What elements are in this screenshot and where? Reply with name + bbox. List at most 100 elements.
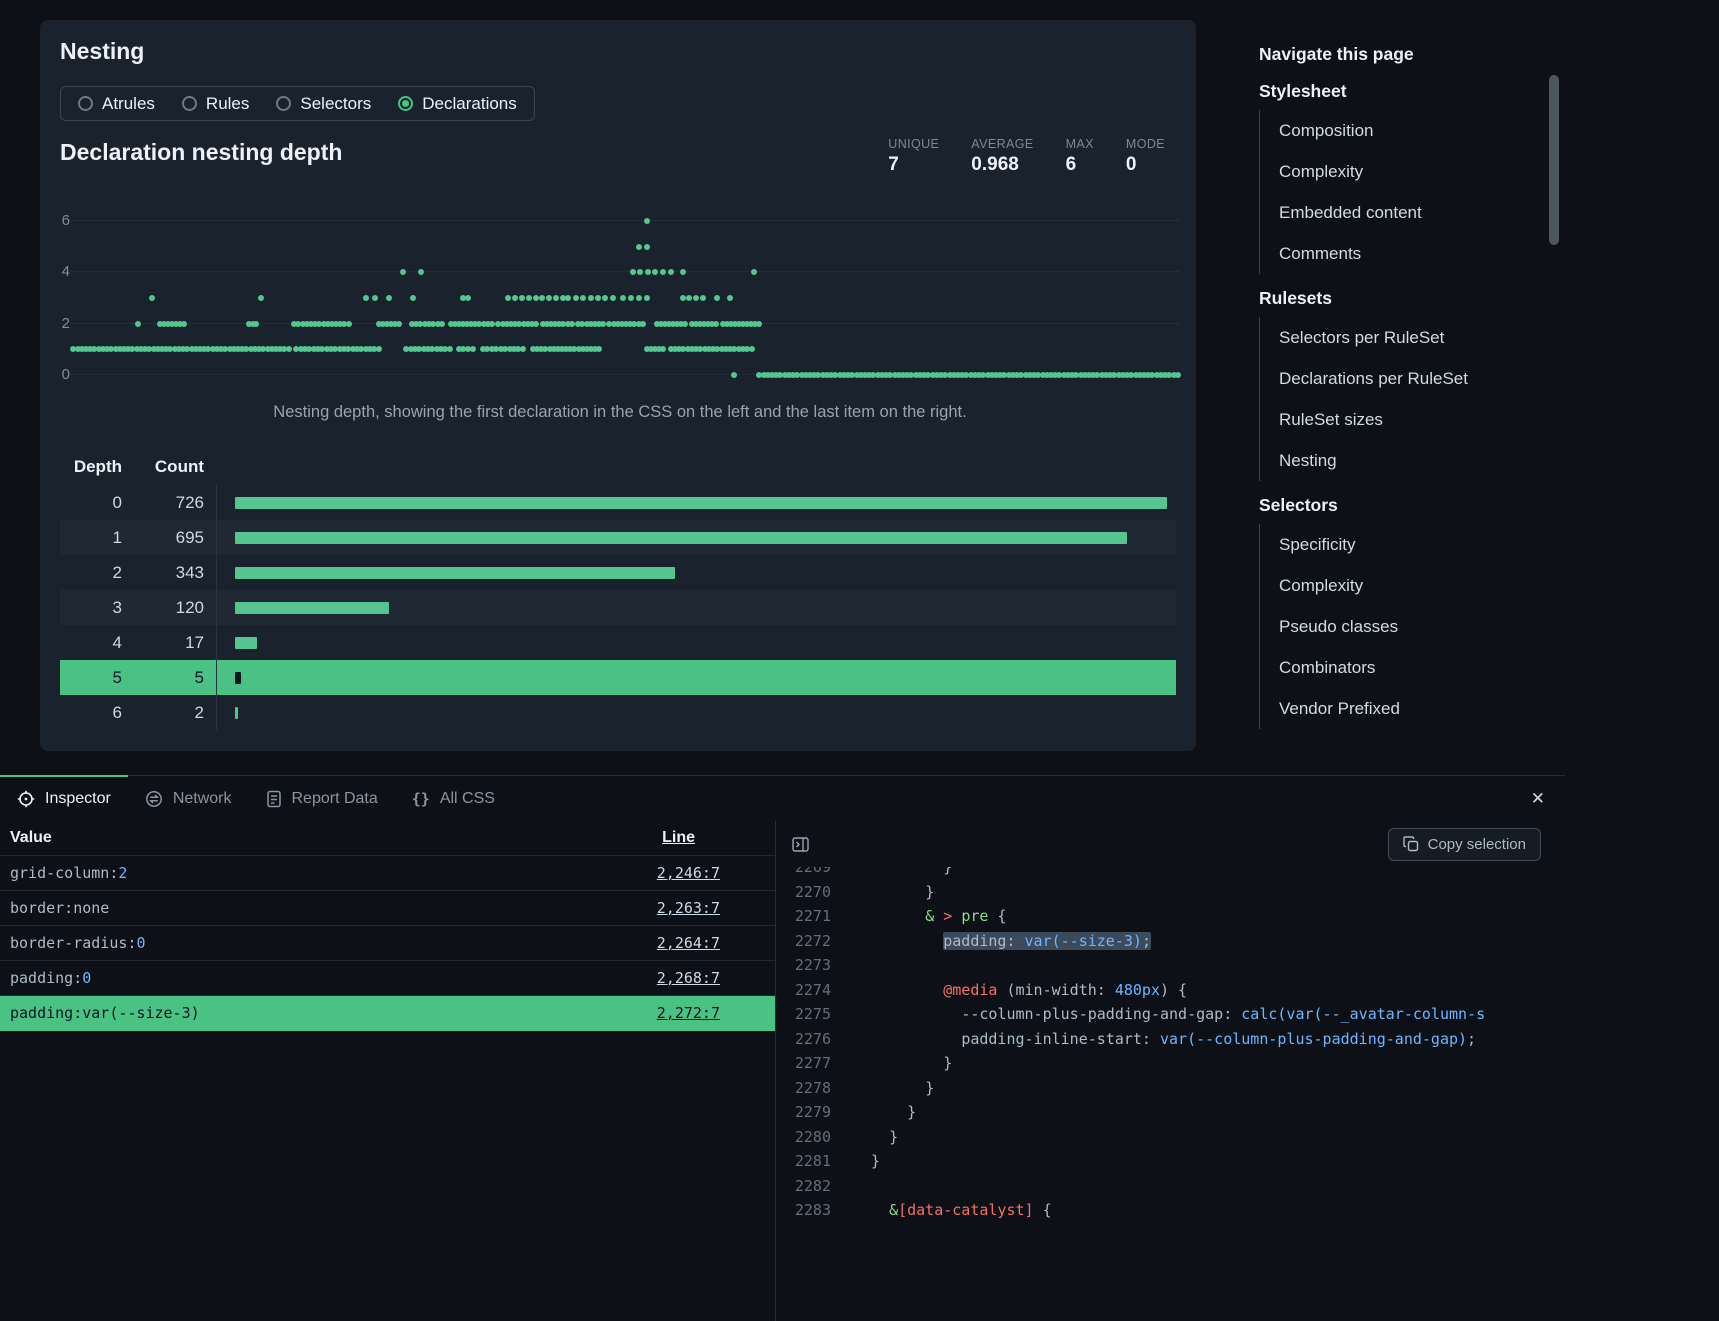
- bar-cell: [216, 625, 1176, 660]
- nav-item-pseudo-classes[interactable]: Pseudo classes: [1260, 606, 1529, 647]
- value-row[interactable]: border-radius: 02,264:7: [0, 926, 775, 961]
- code-token: }: [943, 867, 952, 876]
- code-line: 2275 --column-plus-padding-and-gap: calc…: [776, 1002, 1565, 1027]
- expand-panel-button[interactable]: [788, 832, 812, 856]
- stat-value: 0.968: [971, 154, 1033, 176]
- y-axis-label: 6: [58, 212, 70, 230]
- line-number: 2269: [776, 867, 831, 880]
- code-token: &: [925, 907, 934, 925]
- radio-option-atrules[interactable]: Atrules: [78, 94, 155, 114]
- line-number: 2271: [776, 904, 831, 929]
- line-link[interactable]: 2,272:7: [657, 1004, 720, 1022]
- line-link[interactable]: 2,264:7: [657, 934, 720, 952]
- depth-row[interactable]: 2343: [60, 555, 1176, 590]
- depth-row[interactable]: 1695: [60, 520, 1176, 555]
- scatter-dot: [286, 346, 292, 352]
- nav-item-composition[interactable]: Composition: [1260, 110, 1529, 151]
- close-devtools-button[interactable]: ✕: [1531, 789, 1545, 809]
- nav-item-combinators[interactable]: Combinators: [1260, 647, 1529, 688]
- scatter-dot: [637, 269, 643, 275]
- scrollbar-thumb[interactable]: [1549, 75, 1559, 245]
- tab-all-css[interactable]: {}All CSS: [395, 776, 512, 821]
- scatter-dot: [372, 295, 378, 301]
- line-link[interactable]: 2,268:7: [657, 969, 720, 987]
- line-link[interactable]: 2,246:7: [657, 864, 720, 882]
- depth-row[interactable]: 55: [60, 660, 1176, 695]
- nav-item-ruleset-sizes[interactable]: RuleSet sizes: [1260, 399, 1529, 440]
- nav-sections: StylesheetCompositionComplexityEmbedded …: [1259, 81, 1529, 729]
- scatter-dot: [602, 295, 608, 301]
- scatter-dot: [439, 321, 445, 327]
- code-token: }: [925, 883, 934, 901]
- line-number: 2273: [776, 953, 831, 978]
- scatter-dot: [400, 269, 406, 275]
- nav-item-vendor-prefixed[interactable]: Vendor Prefixed: [1260, 688, 1529, 729]
- nav-item-comments[interactable]: Comments: [1260, 233, 1529, 274]
- stat-max: MAX6: [1066, 137, 1094, 176]
- radio-option-declarations[interactable]: Declarations: [398, 94, 517, 114]
- scatter-dot: [596, 346, 602, 352]
- nav-item-complexity[interactable]: Complexity: [1260, 565, 1529, 606]
- radio-label: Atrules: [102, 94, 155, 114]
- scatter-dot: [644, 295, 650, 301]
- code-line: 2271 & > pre {: [776, 904, 1565, 929]
- code-token: {: [988, 907, 1006, 925]
- nav-item-embedded-content[interactable]: Embedded content: [1260, 192, 1529, 233]
- report-icon: [266, 790, 282, 808]
- depth-row[interactable]: 0726: [60, 485, 1176, 520]
- value-table-body: grid-column: 22,246:7border: none2,263:7…: [0, 856, 775, 1031]
- count-cell: 2: [122, 703, 204, 723]
- nesting-scatter-plot[interactable]: 0246: [70, 221, 1180, 375]
- code-line: 2270 }: [776, 880, 1565, 905]
- code-token: ) {: [1160, 981, 1187, 999]
- scatter-dot: [396, 321, 402, 327]
- nav-item-selectors-per-ruleset[interactable]: Selectors per RuleSet: [1260, 317, 1529, 358]
- count-bar: [235, 637, 257, 649]
- copy-selection-label: Copy selection: [1428, 836, 1526, 853]
- code-token: >: [943, 907, 952, 925]
- code-token: (min-width:: [997, 981, 1114, 999]
- scatter-dot: [652, 269, 658, 275]
- line-col-header[interactable]: Line: [662, 829, 695, 847]
- nav-item-declarations-per-ruleset[interactable]: Declarations per RuleSet: [1260, 358, 1529, 399]
- css-value: 0: [82, 969, 91, 987]
- radio-option-selectors[interactable]: Selectors: [276, 94, 371, 114]
- value-row[interactable]: grid-column: 22,246:7: [0, 856, 775, 891]
- network-icon: [145, 790, 163, 808]
- tab-report-data[interactable]: Report Data: [249, 776, 395, 821]
- y-axis-label: 0: [58, 366, 70, 384]
- tab-network[interactable]: Network: [128, 776, 249, 821]
- code-line: 2279 }: [776, 1100, 1565, 1125]
- value-row[interactable]: padding: 02,268:7: [0, 961, 775, 996]
- nav-item-specificity[interactable]: Specificity: [1260, 524, 1529, 565]
- stat-unique: UNIQUE7: [888, 137, 939, 176]
- depth-row[interactable]: 3120: [60, 590, 1176, 625]
- copy-selection-button[interactable]: Copy selection: [1388, 828, 1541, 861]
- nav-item-nesting[interactable]: Nesting: [1260, 440, 1529, 481]
- scatter-dot: [595, 295, 601, 301]
- count-bar: [235, 672, 241, 684]
- value-row[interactable]: border: none2,263:7: [0, 891, 775, 926]
- radio-unselected-icon: [78, 96, 93, 111]
- depth-row[interactable]: 417: [60, 625, 1176, 660]
- tab-label: Report Data: [292, 790, 378, 808]
- value-row[interactable]: padding: var(--size-3)2,272:7: [0, 996, 775, 1031]
- radio-option-rules[interactable]: Rules: [182, 94, 249, 114]
- depth-row[interactable]: 62: [60, 695, 1176, 730]
- nesting-panel: Nesting AtrulesRulesSelectorsDeclaration…: [40, 20, 1196, 751]
- code-editor[interactable]: 2269 }2270 }2271 & > pre {2272 padding: …: [776, 867, 1565, 1321]
- count-cell: 17: [122, 633, 204, 653]
- line-link[interactable]: 2,263:7: [657, 899, 720, 917]
- code-token: pre: [961, 907, 988, 925]
- nav-item-complexity[interactable]: Complexity: [1260, 151, 1529, 192]
- nesting-depth-chart: 0246: [60, 205, 1180, 395]
- devtools-panes: Value Line grid-column: 22,246:7border: …: [0, 821, 1565, 1321]
- tab-inspector[interactable]: Inspector: [0, 776, 128, 821]
- depth-cell: 1: [60, 528, 122, 548]
- gridline: [70, 271, 1180, 272]
- selection-highlight: padding: var(--size-3);: [943, 932, 1151, 950]
- css-value: none: [73, 899, 109, 917]
- count-bar: [235, 532, 1127, 544]
- code-token: }: [943, 1054, 952, 1072]
- count-col-header: Count: [122, 457, 204, 477]
